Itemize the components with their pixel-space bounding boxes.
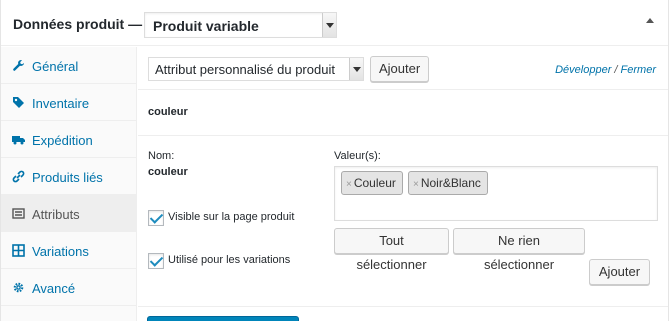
tab-linked-products[interactable]: Produits liés bbox=[1, 158, 137, 195]
chip-label: Noir&Blanc bbox=[420, 176, 481, 190]
divider bbox=[138, 306, 668, 307]
panel-header: Données produit — Produit variable bbox=[1, 0, 668, 46]
expand-link[interactable]: Développer bbox=[555, 64, 611, 76]
tab-label: Attributs bbox=[32, 207, 80, 222]
product-data-panel: Données produit — Produit variable Génér… bbox=[0, 0, 669, 321]
select-all-button[interactable]: Tout sélectionner bbox=[334, 228, 449, 272]
tag-icon bbox=[12, 96, 25, 109]
expand-close-links: Développer / Fermer bbox=[555, 64, 656, 76]
visible-checkbox-label: Visible sur la page produit bbox=[168, 211, 295, 223]
value-chip: × Noir&Blanc bbox=[408, 171, 488, 195]
sidebar: Général Inventaire Expédition Produits l… bbox=[1, 47, 137, 321]
attributes-toolbar: Attribut personnalisé du produit Ajouter… bbox=[138, 47, 668, 90]
save-attributes-button[interactable] bbox=[147, 316, 299, 321]
list-icon bbox=[12, 207, 25, 220]
name-value: couleur bbox=[148, 166, 188, 178]
separator: / bbox=[614, 64, 618, 76]
gear-icon bbox=[12, 281, 25, 294]
product-type-select[interactable]: Produit variable bbox=[144, 12, 337, 38]
wrench-icon bbox=[12, 59, 25, 72]
tab-general[interactable]: Général bbox=[1, 47, 137, 84]
variations-checkbox-label: Utilisé pour les variations bbox=[168, 254, 291, 266]
attribute-type-value: Attribut personnalisé du produit bbox=[155, 62, 335, 77]
chevron-down-icon bbox=[349, 58, 363, 80]
chevron-down-icon bbox=[322, 13, 336, 37]
tab-inventory[interactable]: Inventaire bbox=[1, 84, 137, 121]
name-label: Nom: bbox=[148, 150, 175, 162]
tab-label: Général bbox=[32, 59, 79, 74]
tab-label: Expédition bbox=[32, 133, 93, 148]
attribute-type-select[interactable]: Attribut personnalisé du produit bbox=[148, 57, 364, 81]
remove-chip-icon[interactable]: × bbox=[413, 179, 419, 190]
truck-icon bbox=[12, 133, 25, 146]
add-attribute-button[interactable]: Ajouter bbox=[370, 56, 430, 82]
value-chip: × Couleur bbox=[341, 171, 403, 195]
tab-variations[interactable]: Variations bbox=[1, 232, 137, 269]
collapse-toggle-icon[interactable] bbox=[646, 18, 654, 23]
variations-checkbox[interactable] bbox=[148, 253, 164, 269]
values-input[interactable]: × Couleur × Noir&Blanc bbox=[334, 166, 658, 221]
chip-label: Couleur bbox=[353, 176, 396, 190]
remove-chip-icon[interactable]: × bbox=[346, 179, 352, 190]
link-icon bbox=[12, 170, 25, 183]
attribute-header[interactable]: couleur bbox=[138, 90, 668, 136]
tab-attributes[interactable]: Attributs bbox=[1, 195, 137, 232]
values-label: Valeur(s): bbox=[334, 150, 381, 162]
tab-shipping[interactable]: Expédition bbox=[1, 121, 137, 158]
add-value-button[interactable]: Ajouter bbox=[589, 259, 650, 285]
tab-label: Inventaire bbox=[32, 96, 90, 111]
close-link[interactable]: Fermer bbox=[621, 64, 656, 76]
visible-checkbox[interactable] bbox=[148, 210, 164, 226]
tab-advanced[interactable]: Avancé bbox=[1, 269, 137, 306]
panel-title: Données produit — bbox=[13, 16, 143, 32]
product-type-value: Produit variable bbox=[153, 18, 259, 34]
tab-label: Avancé bbox=[32, 281, 76, 296]
select-none-button[interactable]: Ne rien sélectionner bbox=[453, 228, 585, 272]
attribute-title: couleur bbox=[148, 106, 188, 118]
attribute-body: Nom: couleur Valeur(s): × Couleur × Noir&B… bbox=[138, 136, 668, 306]
tab-label: Produits liés bbox=[32, 170, 103, 185]
tab-label: Variations bbox=[32, 244, 89, 259]
grid-icon bbox=[12, 244, 25, 257]
